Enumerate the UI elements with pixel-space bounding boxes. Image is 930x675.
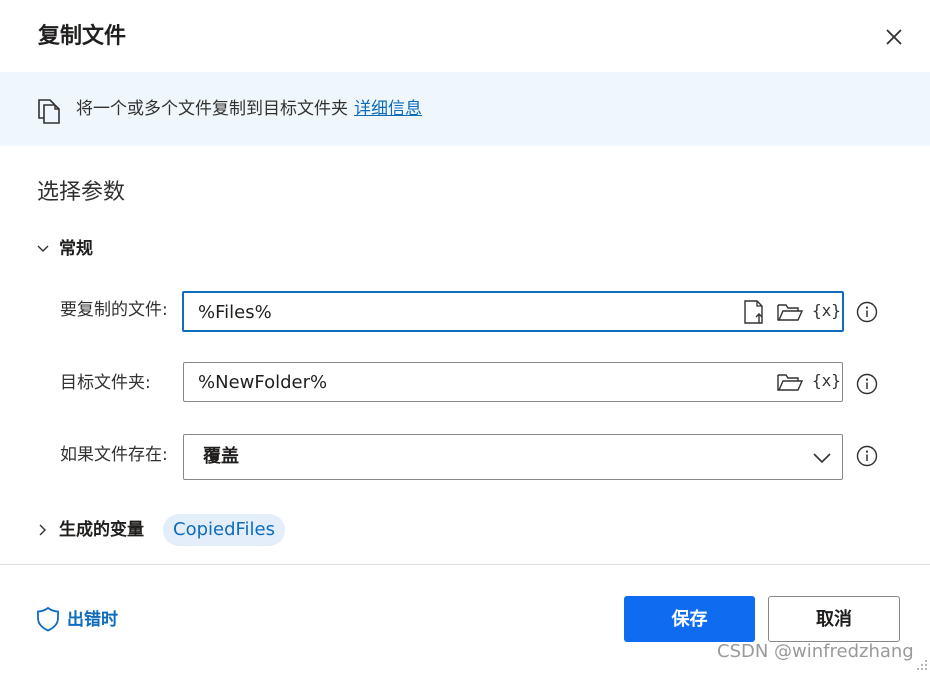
folder-icon[interactable]	[776, 299, 804, 325]
destination-folder-input[interactable]: %NewFolder% {x}	[183, 362, 843, 402]
section-title: 选择参数	[37, 180, 126, 205]
learn-more-link[interactable]: 详细信息	[354, 99, 422, 119]
dialog-title: 复制文件	[38, 24, 127, 49]
banner-description: 将一个或多个文件复制到目标文件夹 详细信息	[76, 96, 422, 122]
variables-produced-label: 生成的变量	[59, 520, 144, 540]
chevron-right-icon	[39, 524, 46, 536]
copy-file-icon	[36, 96, 62, 124]
on-error-label: 出错时	[67, 610, 118, 630]
select-file-icon[interactable]	[741, 299, 769, 325]
chevron-down-icon	[37, 245, 49, 252]
if-file-exists-select[interactable]: 覆盖	[183, 434, 843, 480]
close-icon	[886, 29, 902, 45]
resize-grip-icon[interactable]	[914, 656, 928, 670]
if-file-exists-label: 如果文件存在:	[60, 445, 168, 465]
chevron-down-icon	[813, 453, 831, 464]
close-button[interactable]	[882, 25, 906, 49]
shield-icon	[37, 606, 59, 632]
files-to-copy-info-icon[interactable]	[856, 301, 878, 323]
variable-icon[interactable]: {x}	[812, 299, 841, 325]
footer-divider	[0, 564, 930, 565]
if-file-exists-info-icon[interactable]	[856, 445, 878, 467]
files-to-copy-label: 要复制的文件:	[60, 300, 168, 320]
destination-folder-info-icon[interactable]	[856, 373, 878, 395]
variable-icon[interactable]: {x}	[812, 369, 841, 395]
destination-folder-value: %NewFolder%	[198, 372, 328, 393]
files-to-copy-input[interactable]: %Files% {x}	[182, 291, 844, 332]
if-file-exists-value: 覆盖	[203, 446, 239, 467]
folder-icon[interactable]	[776, 369, 804, 395]
banner-text: 将一个或多个文件复制到目标文件夹	[76, 99, 348, 119]
group-general-label: 常规	[59, 239, 93, 259]
destination-folder-label: 目标文件夹:	[60, 373, 151, 393]
save-button[interactable]: 保存	[624, 596, 755, 642]
variable-pill-copiedfiles[interactable]: CopiedFiles	[163, 514, 286, 546]
cancel-button[interactable]: 取消	[768, 596, 900, 642]
files-to-copy-value: %Files%	[198, 302, 272, 323]
watermark-text: CSDN @winfredzhang	[717, 641, 914, 662]
